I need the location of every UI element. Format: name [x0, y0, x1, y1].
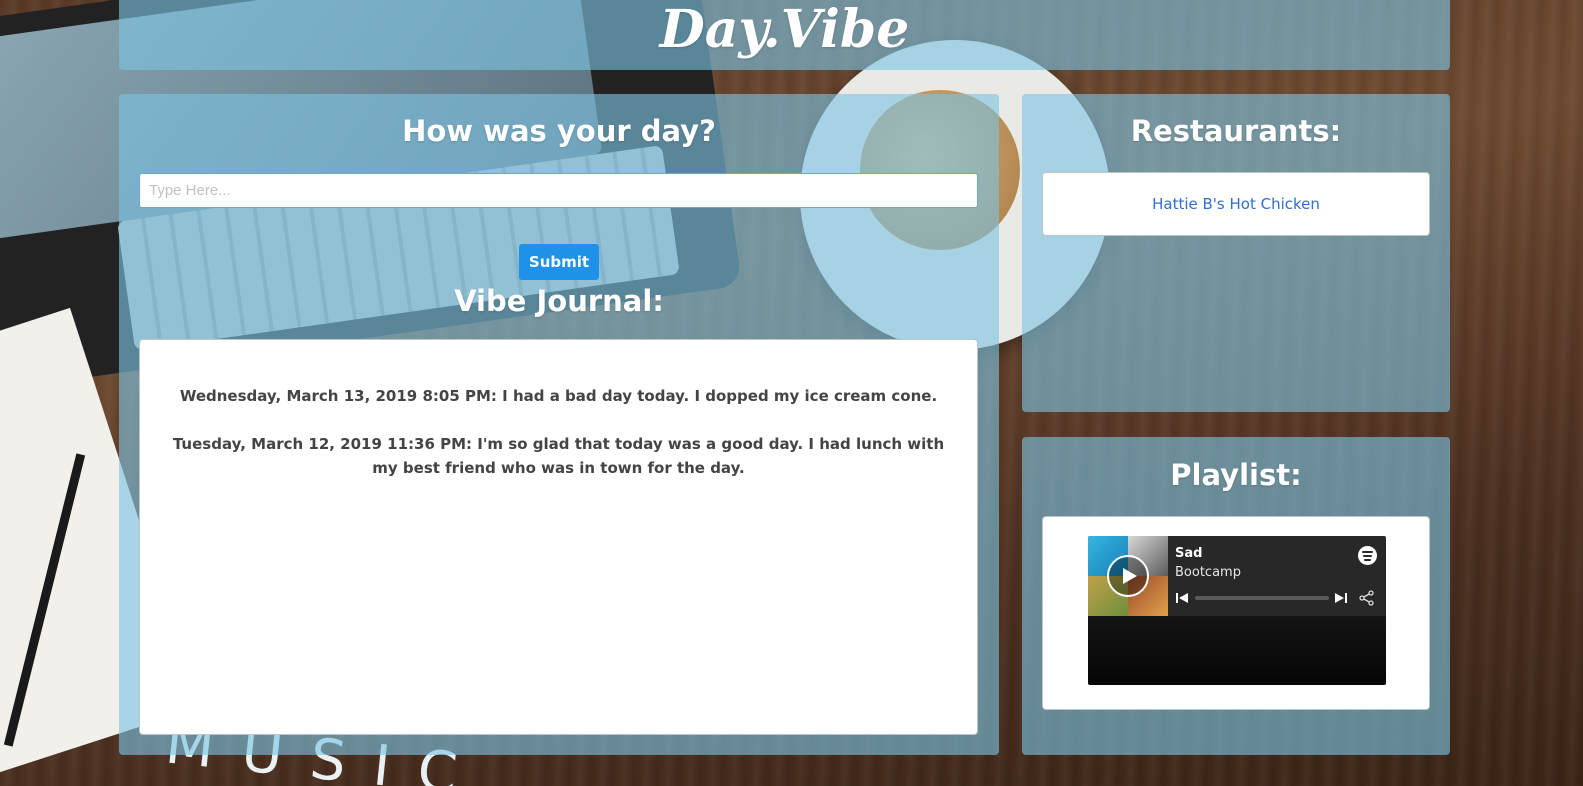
spotify-player[interactable]: Sad Bootcamp: [1088, 536, 1386, 685]
spotify-icon[interactable]: [1358, 546, 1377, 565]
site-header: Day.Vibe: [119, 0, 1450, 70]
restaurants-heading: Restaurants:: [1130, 114, 1342, 148]
restaurants-panel: Restaurants: Hattie B's Hot Chicken: [1022, 94, 1450, 412]
playlist-panel: Playlist: Sad Bootcamp: [1022, 437, 1450, 755]
play-button[interactable]: [1107, 555, 1149, 597]
restaurant-link[interactable]: Hattie B's Hot Chicken: [1152, 195, 1320, 213]
journal-heading: Vibe Journal:: [454, 284, 664, 318]
playlist-card: Sad Bootcamp: [1042, 516, 1430, 710]
day-heading: How was your day?: [402, 114, 716, 148]
playlist-heading: Playlist:: [1170, 458, 1302, 492]
brand-logo[interactable]: Day.Vibe: [660, 4, 910, 70]
share-icon[interactable]: [1359, 590, 1375, 606]
journal-entry: Wednesday, March 13, 2019 8:05 PM: I had…: [179, 387, 938, 405]
day-input[interactable]: [139, 173, 978, 208]
submit-button[interactable]: Submit: [519, 244, 599, 280]
restaurant-card: Hattie B's Hot Chicken: [1042, 172, 1430, 236]
journal-card: Wednesday, March 13, 2019 8:05 PM: I had…: [139, 339, 978, 735]
previous-icon[interactable]: [1176, 592, 1188, 604]
play-icon: [1122, 568, 1137, 584]
track-artist[interactable]: Bootcamp: [1175, 565, 1241, 580]
journal-entry: Tuesday, March 12, 2019 11:36 PM: I'm so…: [172, 435, 945, 477]
track-title[interactable]: Sad: [1175, 546, 1202, 561]
next-icon[interactable]: [1335, 592, 1347, 604]
progress-bar[interactable]: [1195, 596, 1329, 600]
day-panel: How was your day? Submit Vibe Journal: W…: [119, 94, 999, 755]
